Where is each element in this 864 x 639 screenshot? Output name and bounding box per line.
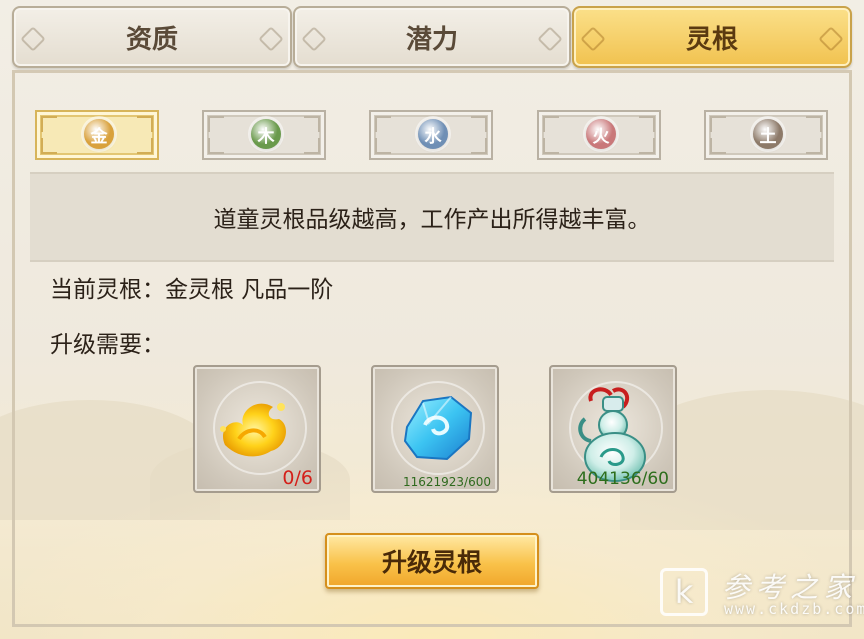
corner-ornament (137, 116, 153, 132)
tab-divider (12, 70, 852, 73)
element-tab-fire[interactable]: 火 (537, 110, 661, 160)
corner-ornament (806, 138, 822, 154)
corner-ornament (137, 138, 153, 154)
tab-ornament-icon (301, 26, 327, 52)
frame-border (12, 72, 15, 625)
tab-label: 灵根 (685, 24, 738, 55)
corner-ornament (41, 138, 57, 154)
corner-ornament (639, 138, 655, 154)
current-root-label: 当前灵根： (50, 277, 165, 303)
tab-ornament-icon (258, 26, 284, 52)
corner-ornament (710, 138, 726, 154)
corner-ornament (304, 138, 320, 154)
spirit-root-panel: 资质 潜力 灵根 金 木 水 火 土 道童灵根品级越高，工作产出所得越丰富。 当… (0, 0, 864, 639)
material-count: 11621923/600 (402, 475, 491, 489)
current-root-line: 当前灵根：金灵根 凡品一阶 (50, 270, 333, 304)
corner-ornament (41, 116, 57, 132)
tab-ornament-icon (537, 26, 563, 52)
earth-element-icon: 土 (753, 119, 783, 149)
element-tab-water[interactable]: 水 (369, 110, 493, 160)
corner-ornament (208, 116, 224, 132)
tab-label: 资质 (125, 24, 178, 55)
tab-potential[interactable]: 潜力 (293, 6, 571, 68)
material-count: 404136/60 (576, 469, 669, 489)
current-root-value: 金灵根 凡品一阶 (165, 277, 334, 303)
corner-ornament (304, 116, 320, 132)
material-slot-spirit-gourd[interactable]: 404136/60 (549, 365, 677, 493)
element-tab-metal[interactable]: 金 (35, 110, 159, 160)
fire-element-icon: 火 (586, 119, 616, 149)
corner-ornament (806, 116, 822, 132)
tab-aptitude[interactable]: 资质 (12, 6, 292, 68)
corner-ornament (471, 138, 487, 154)
tab-spirit-root[interactable]: 灵根 (572, 6, 852, 68)
watermark-url: www.ckdzb.com (724, 600, 864, 618)
blue-crystal-ore-icon (403, 395, 473, 461)
watermark-logo-icon: k (660, 568, 708, 616)
corner-ornament (471, 116, 487, 132)
corner-ornament (543, 138, 559, 154)
corner-ornament (710, 116, 726, 132)
water-element-icon: 水 (418, 119, 448, 149)
corner-ornament (375, 138, 391, 154)
corner-ornament (208, 138, 224, 154)
description-text: 道童灵根品级越高，工作产出所得越丰富。 (213, 207, 651, 233)
corner-ornament (375, 116, 391, 132)
material-slot-blue-crystal[interactable]: 11621923/600 (371, 365, 499, 493)
frame-border (12, 624, 852, 627)
material-count: 0/6 (282, 467, 313, 489)
frame-border (849, 72, 852, 625)
metal-element-icon: 金 (84, 119, 114, 149)
tab-label: 潜力 (405, 24, 458, 55)
tab-ornament-icon (818, 26, 844, 52)
tab-ornament-icon (20, 26, 46, 52)
requirement-label: 升级需要： (50, 332, 165, 358)
material-slot-gold-essence[interactable]: 0/6 (193, 365, 321, 493)
upgrade-spirit-root-button[interactable]: 升级灵根 (325, 533, 539, 589)
wood-element-icon: 木 (251, 119, 281, 149)
description-banner: 道童灵根品级越高，工作产出所得越丰富。 (30, 172, 834, 262)
tab-ornament-icon (580, 26, 606, 52)
element-tab-wood[interactable]: 木 (202, 110, 326, 160)
corner-ornament (639, 116, 655, 132)
element-tab-earth[interactable]: 土 (704, 110, 828, 160)
corner-ornament (543, 116, 559, 132)
